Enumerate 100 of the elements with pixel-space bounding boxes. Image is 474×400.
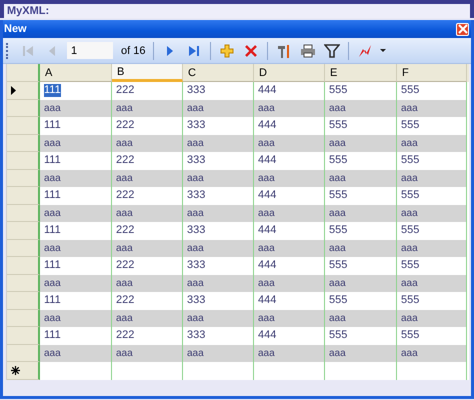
column-header[interactable]: F [397, 64, 467, 82]
table-cell[interactable]: 222 [116, 189, 134, 202]
table-cell[interactable]: aaa [116, 276, 133, 290]
table-cell[interactable]: aaa [187, 276, 204, 290]
table-cell[interactable]: 444 [258, 259, 276, 272]
table-cell[interactable]: 444 [258, 329, 276, 342]
table-cell[interactable]: 555 [401, 154, 420, 168]
position-field[interactable]: 1 [67, 42, 113, 59]
table-cell[interactable]: aaa [187, 346, 204, 360]
table-cell[interactable]: 444 [258, 119, 276, 132]
table-cell[interactable]: aaa [329, 102, 346, 115]
table-cell[interactable]: aaa [329, 136, 346, 150]
table-cell[interactable]: aaa [44, 206, 61, 220]
table-cell[interactable]: aaa [116, 242, 133, 255]
table-cell[interactable]: aaa [258, 312, 275, 325]
table-cell[interactable]: 444 [258, 294, 276, 308]
table-cell[interactable]: aaa [258, 242, 275, 255]
table-cell[interactable]: 333 [187, 224, 206, 238]
table-cell[interactable]: 222 [116, 119, 134, 132]
table-cell[interactable]: aaa [44, 102, 61, 115]
table-cell[interactable]: aaa [329, 346, 346, 360]
column-header[interactable]: E [325, 64, 397, 82]
table-cell[interactable]: 555 [401, 84, 420, 98]
table-cell[interactable]: aaa [44, 136, 61, 150]
table-cell[interactable]: aaa [44, 242, 61, 255]
table-cell[interactable]: 555 [329, 119, 348, 132]
table-cell[interactable]: 555 [329, 189, 348, 202]
table-cell[interactable]: aaa [258, 136, 275, 150]
table-cell[interactable]: 111 [44, 224, 61, 238]
table-cell[interactable]: 222 [116, 84, 134, 98]
table-cell[interactable]: aaa [401, 242, 418, 255]
table-cell[interactable]: 111 [44, 259, 61, 272]
table-cell[interactable]: 444 [258, 189, 276, 202]
table-cell[interactable]: aaa [187, 242, 204, 255]
table-cell[interactable]: 333 [187, 119, 206, 132]
table-cell[interactable]: 111 [44, 154, 61, 168]
table-cell[interactable]: aaa [401, 206, 418, 220]
table-cell[interactable]: aaa [329, 276, 346, 290]
table-cell[interactable]: 111 [44, 84, 61, 98]
table-cell[interactable]: 111 [44, 329, 61, 342]
table-cell[interactable]: 555 [401, 224, 420, 238]
table-cell[interactable]: 111 [44, 294, 61, 308]
table-cell[interactable]: 222 [116, 294, 134, 308]
table-cell[interactable]: aaa [116, 102, 133, 115]
table-cell[interactable]: 333 [187, 154, 206, 168]
table-cell[interactable]: 555 [329, 224, 348, 238]
table-cell[interactable]: aaa [116, 312, 133, 325]
table-cell[interactable]: aaa [401, 312, 418, 325]
table-cell[interactable]: aaa [258, 206, 275, 220]
table-cell[interactable]: 333 [187, 294, 206, 308]
table-cell[interactable]: aaa [116, 346, 133, 360]
table-cell[interactable]: aaa [258, 276, 275, 290]
table-cell[interactable]: aaa [44, 346, 61, 360]
table-cell[interactable]: 111 [44, 119, 61, 132]
table-cell[interactable]: 555 [329, 294, 348, 308]
table-cell[interactable]: 111 [44, 189, 61, 202]
close-button[interactable] [456, 22, 469, 36]
table-cell[interactable]: 333 [187, 84, 206, 98]
table-cell[interactable]: aaa [329, 172, 346, 185]
table-cell[interactable]: 333 [187, 189, 206, 202]
column-header[interactable]: A [40, 64, 112, 82]
table-cell[interactable]: aaa [44, 276, 61, 290]
table-cell[interactable]: 555 [329, 329, 348, 342]
table-cell[interactable]: aaa [116, 206, 133, 220]
table-cell[interactable]: 555 [401, 259, 420, 272]
row-header[interactable] [7, 362, 40, 380]
column-header[interactable]: C [183, 64, 254, 82]
table-cell[interactable]: aaa [401, 102, 418, 115]
table-cell[interactable]: 555 [401, 189, 420, 202]
column-header[interactable]: D [254, 64, 325, 82]
table-cell[interactable]: aaa [187, 102, 204, 115]
table-cell[interactable]: 333 [187, 259, 206, 272]
table-cell[interactable]: 444 [258, 154, 276, 168]
table-cell[interactable]: 222 [116, 224, 134, 238]
table-cell[interactable]: aaa [401, 136, 418, 150]
row-header[interactable] [7, 82, 40, 100]
table-cell[interactable]: aaa [258, 102, 275, 115]
table-cell[interactable]: 222 [116, 154, 134, 168]
table-cell[interactable]: aaa [116, 136, 133, 150]
table-cell[interactable]: aaa [44, 172, 61, 185]
table-cell[interactable]: aaa [401, 346, 418, 360]
table-cell[interactable]: 555 [329, 84, 348, 98]
table-cell[interactable]: aaa [329, 242, 346, 255]
table-cell[interactable]: 555 [401, 119, 420, 132]
table-cell[interactable]: 222 [116, 329, 134, 342]
table-cell[interactable]: aaa [329, 206, 346, 220]
table-cell[interactable]: aaa [187, 136, 204, 150]
table-cell[interactable]: aaa [401, 172, 418, 185]
table-cell[interactable]: 333 [187, 329, 206, 342]
table-cell[interactable]: 555 [401, 294, 420, 308]
table-cell[interactable]: 555 [329, 154, 348, 168]
table-cell[interactable]: aaa [44, 312, 61, 325]
table-cell[interactable]: aaa [187, 312, 204, 325]
table-cell[interactable]: aaa [187, 206, 204, 220]
table-cell[interactable]: aaa [329, 312, 346, 325]
table-cell[interactable]: 555 [329, 259, 348, 272]
table-cell[interactable]: aaa [258, 172, 275, 185]
column-header[interactable]: B [112, 64, 183, 82]
table-cell[interactable]: 444 [258, 84, 276, 98]
table-cell[interactable]: 222 [116, 259, 134, 272]
